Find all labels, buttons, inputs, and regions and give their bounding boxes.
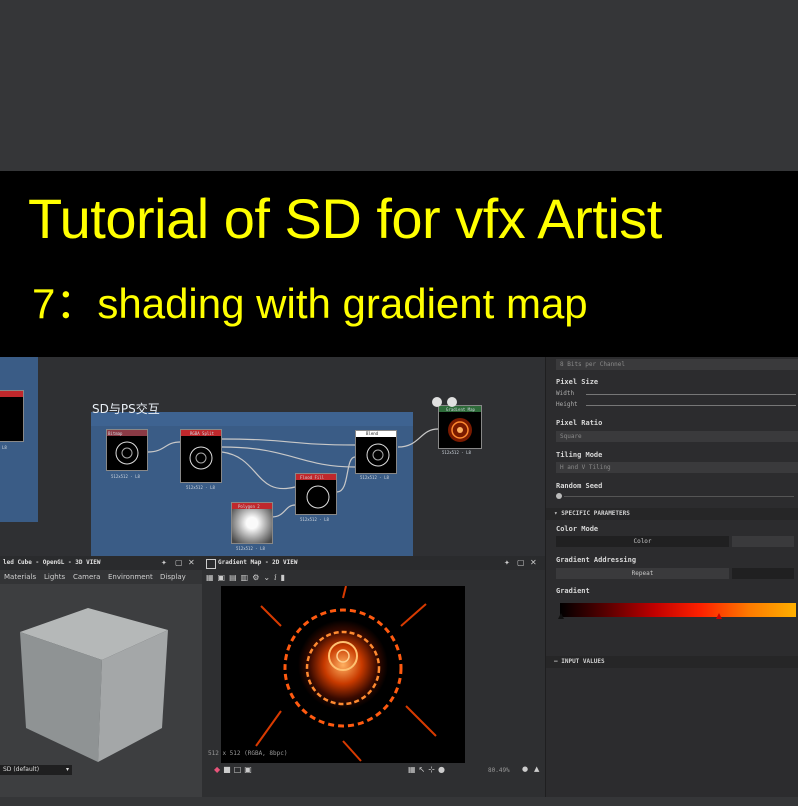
cube-preview [20,608,168,762]
node-bitmap-footer: 512x512 - L8 [111,474,140,479]
2d-view-icon [206,559,216,569]
input-values-section[interactable]: — INPUT VALUES [546,656,798,668]
random-seed-handle[interactable] [556,493,562,499]
tiling-mode-field[interactable]: H and V Tiling [556,462,798,473]
zoom-level[interactable]: 80.49% [488,767,510,774]
2d-view-title: Gradient Map - 2D VIEW [218,559,298,566]
environment-dropdown[interactable]: SD (default) ▾ [0,765,72,775]
title-line-2: 7：shading with gradient map [32,280,588,327]
height-label: Height [556,401,578,408]
2d-view[interactable]: Gradient Map - 2D VIEW ✦ ▢ ✕ ▦▣▤▥⚙⌄i▮ 51… [202,556,545,797]
node-flood-fill-title: Flood Fill [300,475,325,480]
node-rgba-split[interactable] [180,429,222,483]
node-bitmap-title: Bitmap [108,431,123,436]
node-preview-icon[interactable] [432,397,442,407]
properties-panel: 8 Bits per Channel Pixel Size Width Heig… [545,357,798,797]
menu-display[interactable]: Display [160,573,186,581]
node-thumbnail [448,418,472,442]
view-tools[interactable]: ▦↖⊹● [408,765,448,774]
specific-parameters-label: SPECIFIC PARAMETERS [561,510,630,517]
close-icon[interactable]: ✕ [188,558,195,567]
gradient-stop-mid[interactable] [716,613,722,619]
maximize-icon[interactable]: ▢ [517,558,525,567]
node-gradient-map-footer: 512x512 - L8 [442,450,471,455]
3d-view-title: led Cube - OpenGL - 3D VIEW [3,559,101,566]
node-thumbnail [366,443,390,467]
node-polygon-title: Polygon 2 [238,504,260,509]
image-info: 512 x 512 (RGBA, 8bpc) [208,750,288,757]
random-seed-label: Random Seed [556,482,603,490]
node-rgba-split-footer: 512x512 - L8 [186,485,215,490]
node-blend-title: Blend [366,431,379,436]
gradient-map-preview [221,586,465,763]
color-mode-label: Color Mode [556,525,599,533]
width-label: Width [556,390,575,397]
pixel-size-label: Pixel Size [556,378,599,386]
node-rgba-split-title: RGBA Split [190,431,215,436]
node-blend[interactable] [355,430,397,474]
close-icon[interactable]: ✕ [530,558,537,567]
lock-icon[interactable]: ▲ [534,765,539,773]
node-graph[interactable]: L8 SD与PS交互 Bitmap 512x512 - L8 RGBA Spli… [0,357,545,556]
menu-materials[interactable]: Materials [4,573,36,581]
input-values-label: INPUT VALUES [561,658,605,665]
bits-field[interactable]: 8 Bits per Channel [556,359,798,370]
random-seed-slider[interactable] [564,496,794,497]
2d-view-bottom-toolbar[interactable]: ◆■□▣ [214,765,255,774]
specific-parameters-section[interactable]: ▾ SPECIFIC PARAMETERS [546,508,798,520]
maximize-icon[interactable]: ▢ [175,558,183,567]
pin-icon[interactable]: ✦ [504,559,510,567]
color-mode-button[interactable]: Color [556,536,729,547]
color-mode-alt-button[interactable] [732,536,794,547]
3d-view[interactable]: led Cube - OpenGL - 3D VIEW ✦ ▢ ✕ Materi… [0,556,202,797]
node-polygon-footer: 512x512 - L8 [236,546,265,551]
gradient-stop-start[interactable] [558,613,564,619]
gradient-label: Gradient [556,587,590,595]
pin-icon[interactable]: ✦ [161,559,167,567]
gradient-addressing-button[interactable]: Repeat [556,568,729,579]
menu-environment[interactable]: Environment [108,573,153,581]
width-slider[interactable] [586,394,796,395]
menu-lights[interactable]: Lights [44,573,65,581]
title-line-1: Tutorial of SD for vfx Artist [28,187,662,250]
tiling-mode-label: Tiling Mode [556,451,603,459]
gradient-bar[interactable] [560,603,796,617]
bottom-strip [0,797,798,806]
2d-view-toolbar[interactable]: ▦▣▤▥⚙⌄i▮ [206,573,289,582]
node-gradient-map-title: Gradient Map [446,407,475,412]
node-thumbnail [306,485,330,509]
pixel-ratio-label: Pixel Ratio [556,419,603,427]
menu-camera[interactable]: Camera [73,573,100,581]
gradient-addressing-label: Gradient Addressing [556,556,637,564]
pixel-ratio-field[interactable]: Square [556,431,798,442]
node-thumbnail [115,441,139,465]
step-icon[interactable]: ● [522,765,528,773]
height-slider[interactable] [586,405,796,406]
gradient-addressing-alt-button[interactable] [732,568,794,579]
node-thumbnail [189,446,213,470]
chevron-down-icon: ▾ [65,766,69,773]
environment-dropdown-value: SD (default) [3,766,40,773]
node-blend-footer: 512x512 - L8 [360,475,389,480]
node-flood-fill-footer: 512x512 - L8 [300,517,329,522]
node-output-icon[interactable] [447,397,457,407]
